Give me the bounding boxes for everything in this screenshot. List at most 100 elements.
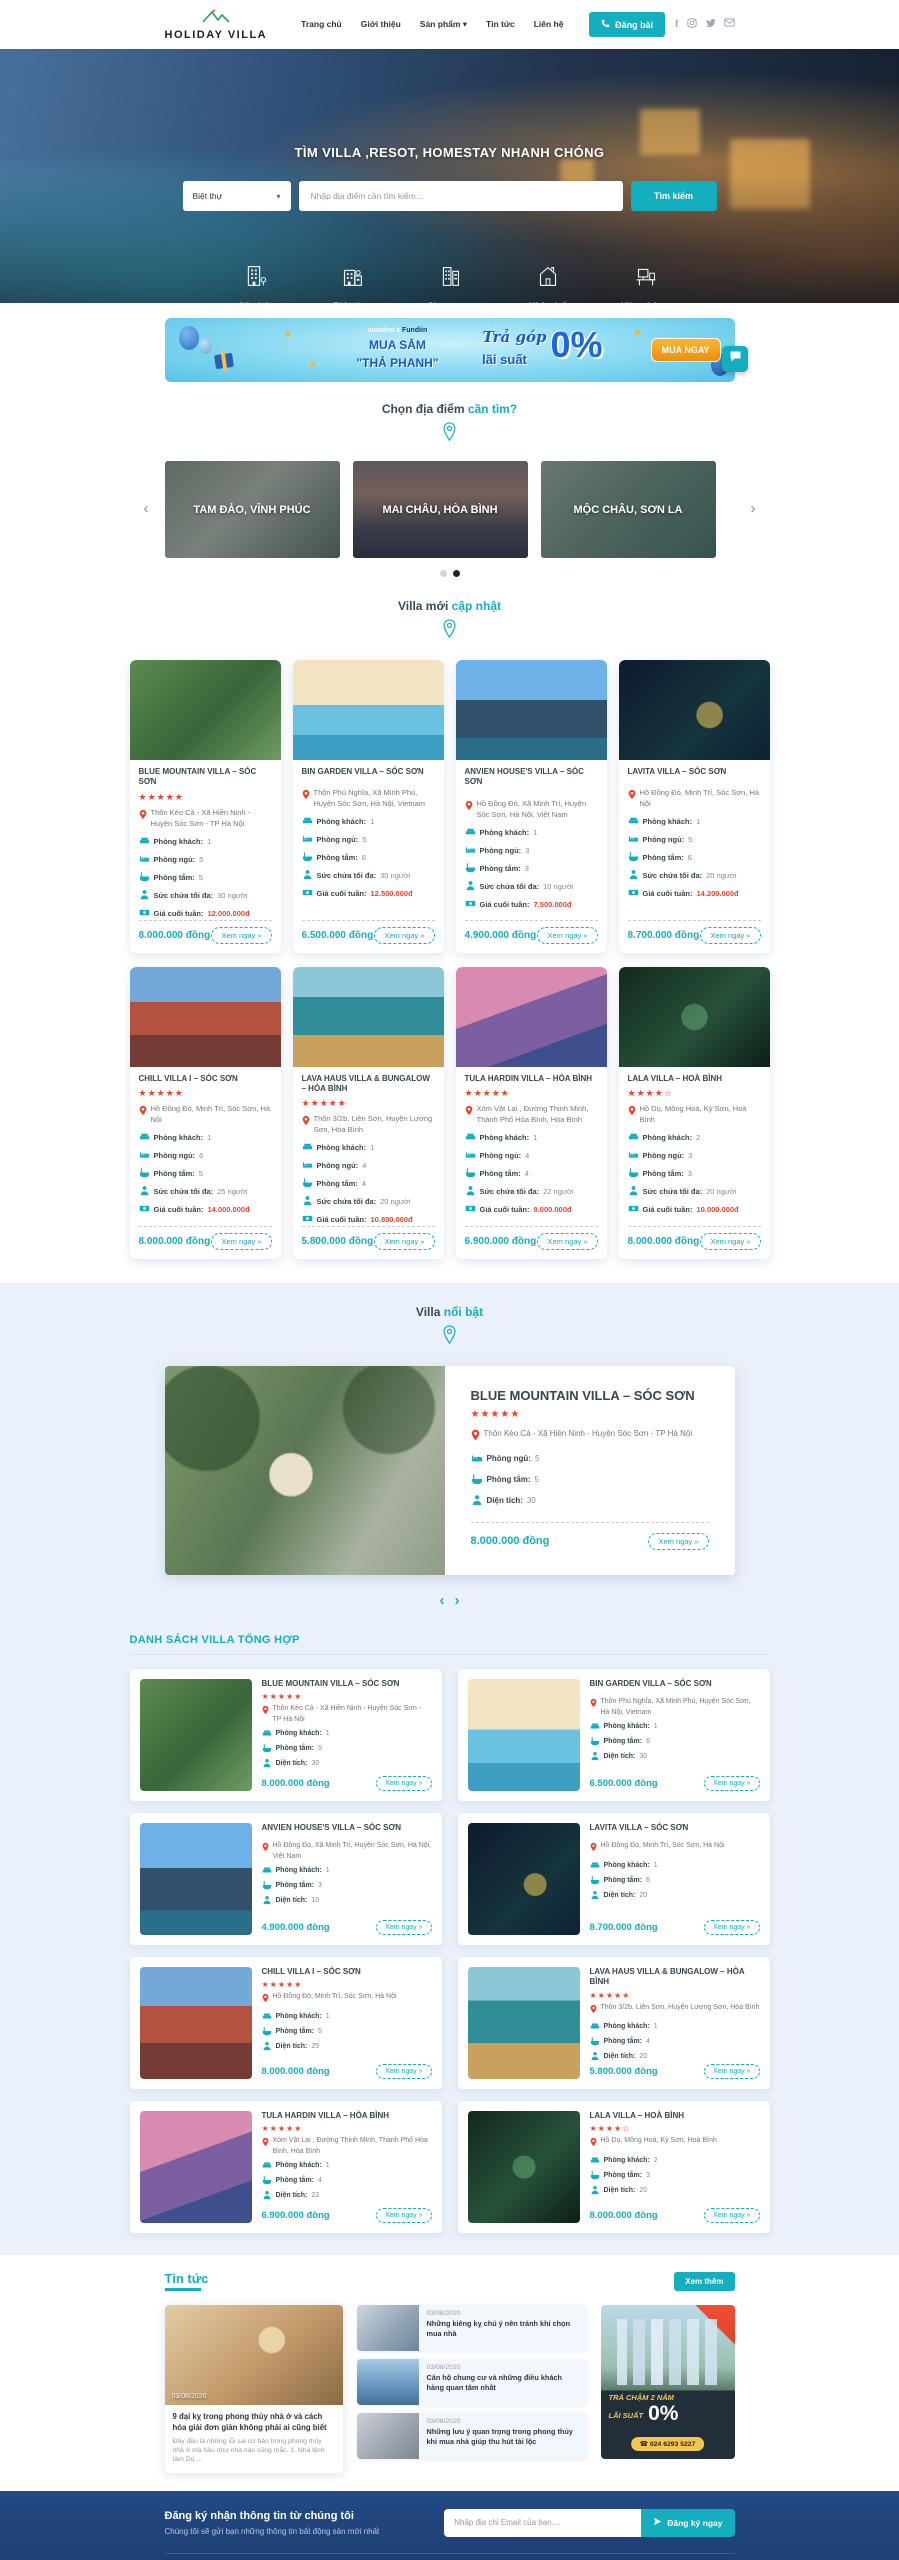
- villa-name[interactable]: LAVA HAUS VILLA & BUNGALOW – HÒA BÌNH: [302, 1074, 435, 1095]
- news-ad-banner[interactable]: TRẢ CHẬM 2 NĂM LÃI SUẤT0% ☎ 024 6293 522…: [601, 2305, 735, 2459]
- view-now-button[interactable]: Xem ngay »: [211, 1233, 271, 1250]
- villa-photo[interactable]: [468, 1679, 580, 1791]
- category-villa[interactable]: Biệt thự: [318, 261, 386, 303]
- instagram-icon[interactable]: [687, 18, 697, 32]
- villa-photo[interactable]: [293, 660, 444, 760]
- villa-name[interactable]: TULA HARDIN VILLA – HÒA BÌNH: [262, 2111, 432, 2121]
- category-apartment[interactable]: Căn hộ: [220, 261, 288, 303]
- view-now-button[interactable]: Xem ngay »: [704, 1920, 759, 1935]
- view-now-button[interactable]: Xem ngay »: [648, 1533, 708, 1550]
- news-main-title[interactable]: 9 đại kỵ trong phong thủy nhà ở và cách …: [173, 2412, 335, 2433]
- category-office[interactable]: Văn phòng: [612, 261, 680, 303]
- view-now-button[interactable]: Xem ngay »: [376, 1920, 431, 1935]
- villa-photo[interactable]: [140, 1967, 252, 2079]
- villa-photo[interactable]: [456, 967, 607, 1067]
- prev-arrow-icon[interactable]: ‹: [440, 1593, 445, 1608]
- news-item[interactable]: 03/08/2020 Những lưu ý quan trọng trong …: [357, 2413, 587, 2459]
- view-now-button[interactable]: Xem ngay »: [376, 1776, 431, 1791]
- post-button[interactable]: Đăng bài: [589, 12, 665, 37]
- villa-photo[interactable]: [468, 1823, 580, 1935]
- villa-name[interactable]: LALA VILLA – HOÀ BÌNH: [590, 2111, 760, 2121]
- bathroom-row: Phòng tắm: 3: [465, 862, 598, 875]
- floating-chat-button[interactable]: [722, 346, 748, 372]
- villa-photo[interactable]: [130, 967, 281, 1067]
- villa-name[interactable]: LAVITA VILLA – SÓC SƠN: [590, 1823, 760, 1833]
- nav-item[interactable]: Tin tức: [486, 19, 515, 30]
- villa-name[interactable]: BLUE MOUNTAIN VILLA – SÓC SƠN: [262, 1679, 432, 1689]
- villa-name[interactable]: ANVIEN HOUSE'S VILLA – SÓC SƠN: [465, 767, 598, 788]
- villa-name[interactable]: CHILL VILLA I – SÓC SƠN: [262, 1967, 432, 1977]
- news-main-card[interactable]: 03/08/2020 9 đại kỵ trong phong thủy nhà…: [165, 2305, 343, 2473]
- bathroom-row: Phòng tắm: 3: [628, 1167, 761, 1180]
- nav-item[interactable]: Liên hệ: [534, 19, 564, 30]
- carousel-next-icon[interactable]: ›: [751, 501, 756, 516]
- villa-photo[interactable]: [619, 660, 770, 760]
- promo-cta-button[interactable]: MUA NGAY: [651, 338, 721, 362]
- news-item-title[interactable]: Căn hộ chung cư và những điều khách hàng…: [427, 2373, 579, 2392]
- villa-name[interactable]: TULA HARDIN VILLA – HÒA BÌNH: [465, 1074, 598, 1084]
- villa-name[interactable]: BLUE MOUNTAIN VILLA – SÓC SƠN: [139, 767, 272, 788]
- search-input[interactable]: [299, 181, 623, 211]
- villa-name[interactable]: ANVIEN HOUSE'S VILLA – SÓC SƠN: [262, 1823, 432, 1833]
- view-now-button[interactable]: Xem ngay »: [700, 927, 760, 944]
- villa-photo[interactable]: [130, 660, 281, 760]
- featured-villa-name[interactable]: BLUE MOUNTAIN VILLA – SÓC SƠN: [471, 1388, 709, 1403]
- view-now-button[interactable]: Xem ngay »: [704, 1776, 759, 1791]
- area-row: Diện tích: 25: [262, 2041, 432, 2053]
- view-now-button[interactable]: Xem ngay »: [537, 927, 597, 944]
- star-rating: [262, 1836, 432, 1838]
- view-now-button[interactable]: Xem ngay »: [700, 1233, 760, 1250]
- promo-banner[interactable]: vuanệm x Fundiin MUA SẮM "THẢ PHANH" Trả…: [165, 318, 735, 382]
- news-item-title[interactable]: Những kiêng kỵ chú ý nên tránh khi chọn …: [427, 2319, 579, 2338]
- villa-name[interactable]: CHILL VILLA I – SÓC SƠN: [139, 1074, 272, 1084]
- news-item-title[interactable]: Những lưu ý quan trọng trong phong thủy …: [427, 2427, 579, 2446]
- category-condo[interactable]: Chung cư: [416, 261, 484, 303]
- location-card[interactable]: MAI CHÂU, HÒA BÌNH: [353, 461, 528, 558]
- news-item[interactable]: 03/08/2020 Căn hộ chung cư và những điều…: [357, 2359, 587, 2405]
- site-logo[interactable]: HOLIDAY VILLA: [165, 9, 268, 41]
- search-button[interactable]: Tìm kiếm: [631, 181, 717, 211]
- carousel-dot-active[interactable]: [453, 570, 460, 577]
- carousel-dot[interactable]: [440, 570, 447, 577]
- email-icon[interactable]: [724, 18, 735, 31]
- nav-item[interactable]: Sản phẩm ▾: [420, 19, 467, 30]
- villa-photo[interactable]: [140, 2111, 252, 2223]
- view-now-button[interactable]: Xem ngay »: [374, 1233, 434, 1250]
- villa-photo[interactable]: [140, 1823, 252, 1935]
- view-now-button[interactable]: Xem ngay »: [704, 2064, 759, 2079]
- villa-photo[interactable]: [456, 660, 607, 760]
- villa-photo[interactable]: [293, 967, 444, 1067]
- see-more-button[interactable]: Xem thêm: [674, 2272, 734, 2291]
- facebook-icon[interactable]: f: [675, 19, 678, 31]
- next-arrow-icon[interactable]: ›: [455, 1593, 460, 1608]
- view-now-button[interactable]: Xem ngay »: [376, 2208, 431, 2223]
- property-type-select[interactable]: Biệt thự: [183, 181, 291, 211]
- category-townhouse[interactable]: Nhà phố: [514, 261, 582, 303]
- ad-phone-button[interactable]: ☎ 024 6293 5227: [631, 2437, 705, 2451]
- view-now-button[interactable]: Xem ngay »: [537, 1233, 597, 1250]
- news-item[interactable]: 03/08/2020 Những kiêng kỵ chú ý nên trán…: [357, 2305, 587, 2351]
- view-now-button[interactable]: Xem ngay »: [704, 2208, 759, 2223]
- villa-name[interactable]: LAVITA VILLA – SÓC SƠN: [628, 767, 761, 777]
- villa-photo[interactable]: [468, 1967, 580, 2079]
- nav-item[interactable]: Giới thiệu: [361, 19, 401, 30]
- view-now-button[interactable]: Xem ngay »: [374, 927, 434, 944]
- twitter-icon[interactable]: [705, 18, 716, 32]
- view-now-button[interactable]: Xem ngay »: [376, 2064, 431, 2079]
- view-now-button[interactable]: Xem ngay »: [211, 927, 271, 944]
- featured-villa-photo[interactable]: [165, 1366, 445, 1575]
- nav-item[interactable]: Trang chủ: [301, 19, 342, 30]
- newsletter-email-input[interactable]: [444, 2509, 641, 2537]
- villa-photo[interactable]: [468, 2111, 580, 2223]
- villa-name[interactable]: BIN GARDEN VILLA – SÓC SƠN: [590, 1679, 760, 1689]
- location-card[interactable]: TAM ĐẢO, VĨNH PHÚC: [165, 461, 340, 558]
- villa-photo[interactable]: [619, 967, 770, 1067]
- newsletter-subscribe-button[interactable]: Đăng ký ngay: [641, 2509, 734, 2537]
- villa-name[interactable]: BIN GARDEN VILLA – SÓC SƠN: [302, 767, 435, 777]
- map-pin-icon: [628, 788, 636, 810]
- villa-photo[interactable]: [140, 1679, 252, 1791]
- villa-name[interactable]: LALA VILLA – HOÀ BÌNH: [628, 1074, 761, 1084]
- carousel-prev-icon[interactable]: ‹: [144, 501, 149, 516]
- location-card[interactable]: MỘC CHÂU, SƠN LA: [541, 461, 716, 558]
- villa-name[interactable]: LAVA HAUS VILLA & BUNGALOW – HÒA BÌNH: [590, 1967, 760, 1988]
